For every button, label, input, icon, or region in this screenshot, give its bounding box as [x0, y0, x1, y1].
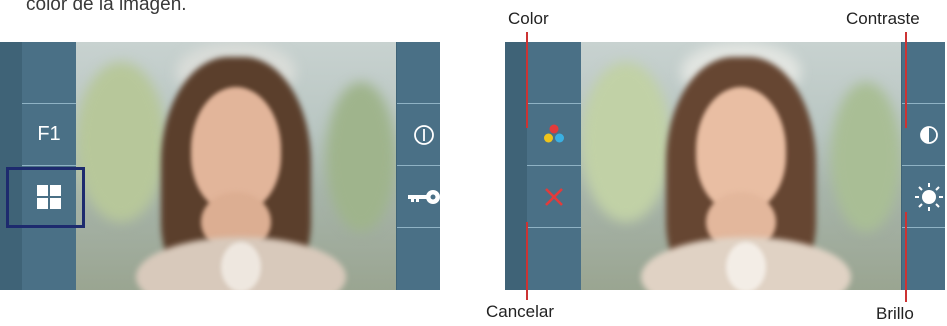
callout-line-cancelar — [526, 222, 528, 300]
callout-line-brillo — [905, 212, 907, 302]
callout-contraste: Contraste — [846, 9, 920, 28]
f1-label: F1 — [37, 123, 61, 145]
cancel-x-icon — [543, 186, 565, 208]
right-panel-top-button[interactable] — [397, 42, 440, 104]
power-icon — [413, 124, 435, 146]
left-monitor-screen: F1 — [0, 42, 440, 290]
adjust-right-panel — [902, 42, 945, 290]
f1-button[interactable]: F1 — [22, 104, 76, 166]
callout-color: Color — [508, 9, 549, 28]
adjust-left-top-button[interactable] — [527, 42, 581, 104]
adjust-right-bottom-button[interactable] — [902, 228, 945, 290]
brightness-button[interactable] — [902, 166, 945, 228]
video-feed-adjusted — [581, 42, 901, 290]
adjust-right-top-button[interactable] — [902, 42, 945, 104]
callout-line-color — [526, 32, 528, 128]
contrast-button[interactable] — [902, 104, 945, 166]
callout-brillo: Brillo — [876, 304, 914, 323]
callout-line-contraste — [905, 32, 907, 128]
adjust-left-bottom-button[interactable] — [527, 228, 581, 290]
power-button[interactable] — [397, 104, 440, 166]
door-open-button[interactable] — [397, 166, 440, 228]
caption-text: color de la imagen. — [26, 0, 187, 15]
contrast-icon — [919, 125, 939, 145]
video-feed — [76, 42, 396, 290]
key-icon — [407, 188, 440, 206]
left-panel-top-button[interactable] — [22, 42, 76, 104]
adjust-left-panel — [527, 42, 581, 290]
cancel-button[interactable] — [527, 166, 581, 228]
left-panel-bottom-button[interactable] — [22, 228, 76, 290]
right-monitor-screen — [505, 42, 945, 290]
left-button-panel: F1 — [22, 42, 76, 290]
callout-cancelar: Cancelar — [486, 302, 555, 321]
left-screen-right-panel — [397, 42, 440, 290]
menu-button-highlight — [6, 167, 85, 228]
color-dots-icon — [541, 122, 567, 148]
brightness-icon — [914, 182, 944, 212]
right-panel-bottom-button[interactable] — [397, 228, 440, 290]
color-button[interactable] — [527, 104, 581, 166]
